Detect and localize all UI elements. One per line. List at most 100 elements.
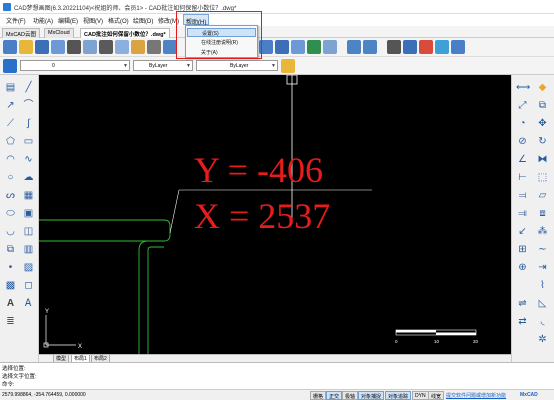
scale-icon[interactable]: ⬚: [536, 171, 549, 184]
mirror-icon[interactable]: ⧓: [536, 153, 549, 166]
hatch-pattern-icon[interactable]: ▩: [4, 279, 17, 292]
brush-icon[interactable]: [281, 59, 295, 73]
menu-format[interactable]: 格式(O): [108, 16, 129, 25]
cloud-icon[interactable]: [51, 40, 65, 54]
chamfer-icon[interactable]: ◺: [536, 297, 549, 310]
dimension-baseline-icon[interactable]: ⫤: [516, 189, 529, 202]
dimension-ordinate-icon[interactable]: ⊢: [516, 171, 529, 184]
menu-edit[interactable]: 编辑(E): [58, 16, 78, 25]
tab-mxcad-cloud[interactable]: MxCAD云图: [2, 28, 40, 38]
dimension-diameter-icon[interactable]: ⊘: [516, 135, 529, 148]
tab-mxcloud[interactable]: MxCloud: [44, 28, 74, 38]
toggle-polar[interactable]: 极轴: [342, 391, 359, 400]
arc-icon[interactable]: ⌒: [22, 99, 35, 112]
toggle-otrack[interactable]: 对象追踪: [385, 391, 412, 400]
layer-manager-icon[interactable]: [275, 40, 289, 54]
leader-icon[interactable]: ↙: [516, 225, 529, 238]
dimension-linear-icon[interactable]: ⟷: [516, 81, 530, 94]
dimension-edit-icon[interactable]: ⇌: [516, 297, 529, 310]
menu-file[interactable]: 文件(F): [6, 16, 26, 25]
new-file-icon[interactable]: [3, 40, 17, 54]
dimension-aligned-icon[interactable]: ⤢: [516, 99, 529, 112]
line-icon[interactable]: ╱: [22, 81, 35, 94]
coord-x-text[interactable]: X = 2537: [194, 196, 330, 236]
array-icon[interactable]: ⁂: [536, 225, 549, 238]
revcloud-icon[interactable]: ᔕ: [4, 189, 17, 202]
image-icon[interactable]: ▨: [22, 261, 35, 274]
plot-icon[interactable]: [387, 40, 401, 54]
curve-icon[interactable]: ∫: [22, 117, 35, 130]
region-icon[interactable]: ◫: [22, 225, 35, 238]
dimension-continue-icon[interactable]: ⫥: [516, 207, 529, 220]
wipeout-icon[interactable]: ◻: [22, 279, 35, 292]
table-draw-icon[interactable]: ▥: [22, 243, 35, 256]
coord-y-text[interactable]: Y = -406: [194, 150, 323, 190]
properties-icon[interactable]: [291, 40, 305, 54]
spline-icon[interactable]: ∿: [22, 153, 35, 166]
command-prompt[interactable]: 命令:: [2, 380, 15, 388]
toggle-osnap[interactable]: 对象捕捉: [358, 391, 385, 400]
ellipse-icon[interactable]: ⬭: [4, 207, 17, 220]
help-icon[interactable]: [451, 40, 465, 54]
layers-icon[interactable]: [3, 59, 17, 73]
ellipse-arc-icon[interactable]: ◡: [4, 225, 17, 238]
paste-icon[interactable]: [115, 40, 129, 54]
toggle-ortho[interactable]: 正交: [326, 391, 343, 400]
move-icon[interactable]: ✥: [536, 117, 549, 130]
rectangle-icon[interactable]: ▭: [22, 135, 35, 148]
offset-icon[interactable]: ⧈: [536, 207, 549, 220]
point-icon[interactable]: •: [4, 261, 17, 274]
zoom-icon[interactable]: [163, 40, 177, 54]
hatch-icon[interactable]: ▦: [22, 189, 35, 202]
dimension-angular-icon[interactable]: ∠: [516, 153, 529, 166]
table-icon[interactable]: [323, 40, 337, 54]
pan-hand-icon[interactable]: [147, 40, 161, 54]
mxcad-brand[interactable]: MxCAD: [520, 392, 538, 398]
export-image-icon[interactable]: [403, 40, 417, 54]
break-icon[interactable]: ⌇: [536, 279, 549, 292]
command-area[interactable]: 选择位置: 选择文字位置: 命令:: [0, 362, 554, 389]
check-icon[interactable]: [307, 40, 321, 54]
match-properties-icon[interactable]: [131, 40, 145, 54]
text-style-icon[interactable]: ▤: [4, 81, 17, 94]
dimension-style-icon[interactable]: ⇄: [516, 315, 529, 328]
copy-object-icon[interactable]: ⧉: [536, 99, 549, 112]
linetype-select[interactable]: ByLayer ▼: [196, 60, 278, 71]
attribute-icon[interactable]: ≣: [4, 315, 17, 328]
menu-view[interactable]: 视图(V): [83, 16, 103, 25]
cloud-line-icon[interactable]: ☁: [22, 171, 35, 184]
mtext-icon[interactable]: Ꭺ: [22, 297, 35, 310]
gradient-icon[interactable]: ▣: [22, 207, 35, 220]
layer-select[interactable]: 0 ▼: [20, 60, 130, 71]
pdf-icon[interactable]: [419, 40, 433, 54]
explode-icon[interactable]: ✲: [536, 333, 549, 346]
web-icon[interactable]: [435, 40, 449, 54]
rotate-icon[interactable]: ↻: [536, 135, 549, 148]
toggle-lineweight[interactable]: 线宽: [428, 391, 445, 400]
copy-icon[interactable]: [83, 40, 97, 54]
polyline-icon[interactable]: ⟋: [4, 117, 17, 130]
tolerance-icon[interactable]: ⊞: [516, 243, 529, 256]
cut-icon[interactable]: [99, 40, 113, 54]
block-insert-icon[interactable]: ⧉: [4, 243, 17, 256]
stretch-icon[interactable]: ▱: [536, 189, 549, 202]
undo-icon[interactable]: [347, 40, 361, 54]
color-select[interactable]: ByLayer ▼: [133, 60, 193, 71]
extend-icon[interactable]: ⇥: [536, 261, 549, 274]
center-mark-icon[interactable]: ⊕: [516, 261, 529, 274]
circle-icon[interactable]: ○: [4, 171, 17, 184]
redo-icon[interactable]: [363, 40, 377, 54]
polygon-icon[interactable]: ⬠: [4, 135, 17, 148]
drawing-canvas[interactable]: Y = -406 X = 2537 Y X 0 10 20: [39, 75, 511, 354]
arc-3p-icon[interactable]: ◠: [4, 153, 17, 166]
erase-icon[interactable]: ◆: [536, 81, 549, 94]
tab-current-drawing[interactable]: CAD批注如何保留小数位？.dwg*: [80, 28, 170, 38]
text-icon[interactable]: A: [4, 297, 17, 310]
dimension-radius-icon[interactable]: ◔: [516, 117, 529, 130]
feedback-link[interactable]: 提交软件问题或增加新功能: [446, 392, 506, 399]
menu-function[interactable]: 功能(A): [33, 16, 53, 25]
menu-draw[interactable]: 绘图(D): [133, 16, 153, 25]
toggle-dyn[interactable]: DYN: [412, 391, 429, 400]
trim-icon[interactable]: ∼: [536, 243, 549, 256]
print-icon[interactable]: [67, 40, 81, 54]
